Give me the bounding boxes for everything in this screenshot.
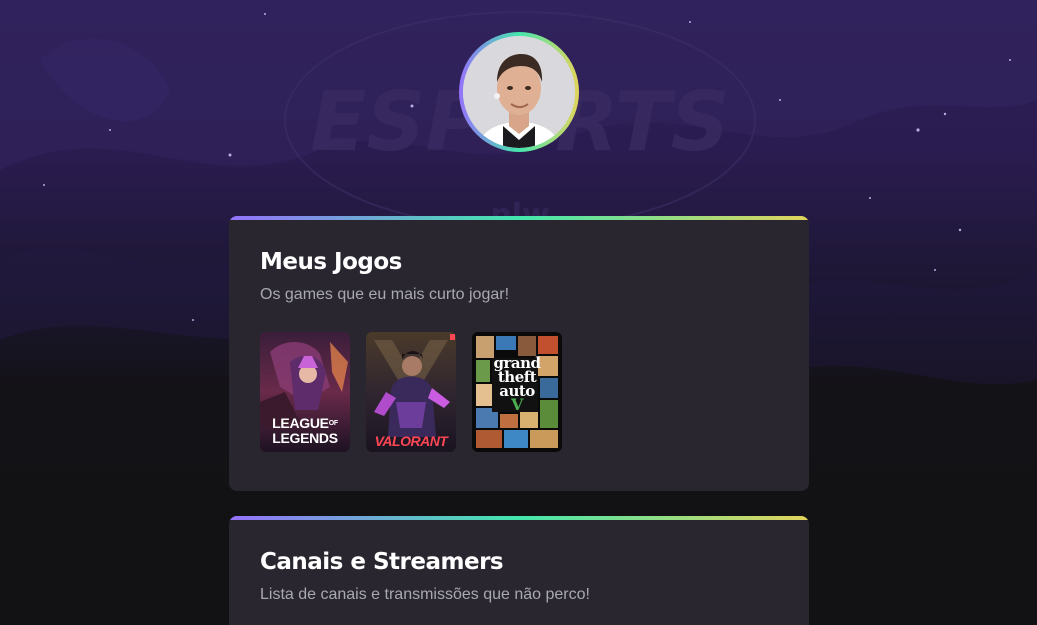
channels-title: Canais e Streamers [260,549,504,575]
channels-subtitle: Lista de canais e transmissões que não p… [260,586,590,603]
games-title: Meus Jogos [260,249,402,275]
game-league-of-legends[interactable]: LEAGUEOF LEGENDS [260,332,350,452]
avatar [459,32,579,152]
avatar-photo [463,36,575,148]
valorant-logo-label: VALORANT [374,433,448,449]
games-list: LEAGUEOF LEGENDS VALORANT grand theft au… [260,332,562,452]
channels-card: Canais e Streamers Lista de canais e tra… [229,516,809,625]
game-valorant[interactable]: VALORANT [366,332,456,452]
person-portrait-icon [463,36,575,148]
gta-logo-label: grand theft auto V [493,354,541,414]
games-card: Meus Jogos Os games que eu mais curto jo… [229,216,809,491]
game-gta-v[interactable]: grand theft auto V [472,332,562,452]
games-subtitle: Os games que eu mais curto jogar! [260,286,510,303]
lol-logo-label: LEAGUEOF LEGENDS [272,415,338,446]
page: ESPORTS nlw [0,0,1037,625]
